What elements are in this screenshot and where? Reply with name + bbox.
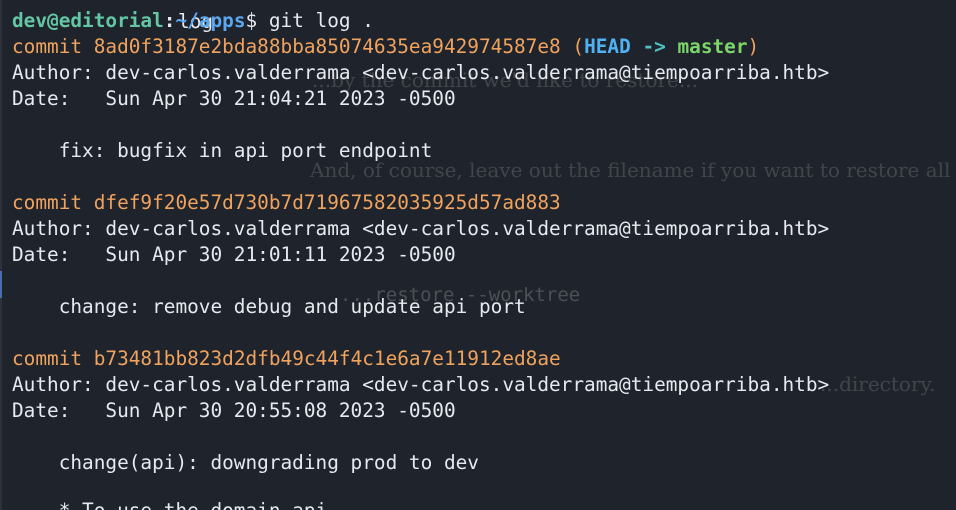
head-ref: HEAD [584,35,631,58]
commit-hash: dfef9f20e57d730b7d71967582035925d57ad883 [93,191,561,214]
terminal-left-border [0,0,2,510]
commit-hash: 8ad0f3187e2bda88bba85074635ea942974587e8 [93,35,561,58]
scroll-marker [0,271,2,298]
prompt-path: ~/apps [175,9,246,32]
commit-header-line: commit b73481bb823d2dfb49c44f4c1e6a7e119… [12,346,561,372]
commit-date-line: Date: Sun Apr 30 20:55:08 2023 -0500 [12,399,456,422]
commit-author-line: Author: dev-carlos.valderrama <dev-carlo… [12,373,830,396]
commit-header-line: commit 8ad0f3187e2bda88bba85074635ea9429… [12,35,760,58]
commit-header-line: commit dfef9f20e57d730b7d71967582035925d… [12,190,561,216]
commit-date-line: Date: Sun Apr 30 21:04:21 2023 -0500 [12,87,456,110]
commit-message-line: change(api): downgrading prod to dev [12,451,479,474]
commit-label: commit [12,191,83,214]
commit-message-line: fix: bugfix in api port endpoint [12,139,433,162]
prompt-line: dev@editorial:~/apps$ git log . [12,8,374,34]
commit-label: commit [12,35,83,58]
terminal-window[interactable]: ...by the commit we'd like to restore...… [0,0,956,510]
commit-label: commit [12,347,83,370]
prompt-separator: : [163,9,176,32]
partial-bottom-line: * To use the domain api ... [12,498,374,510]
commit-message-line: change: remove debug and update api port [12,295,526,318]
commit-hash: b73481bb823d2dfb49c44f4c1e6a7e11912ed8ae [93,347,561,370]
commit-author-line: Author: dev-carlos.valderrama <dev-carlo… [12,61,830,84]
prompt-user-host: dev@editorial [12,9,164,32]
prompt-dollar: $ [245,9,258,32]
commit-date-line: Date: Sun Apr 30 21:01:11 2023 -0500 [12,243,456,266]
branch-ref: master [677,35,748,58]
overlay-line-4: ...directory. [820,372,936,396]
commit-author-line: Author: dev-carlos.valderrama <dev-carlo… [12,217,830,240]
prompt-command: git log . [257,9,374,32]
